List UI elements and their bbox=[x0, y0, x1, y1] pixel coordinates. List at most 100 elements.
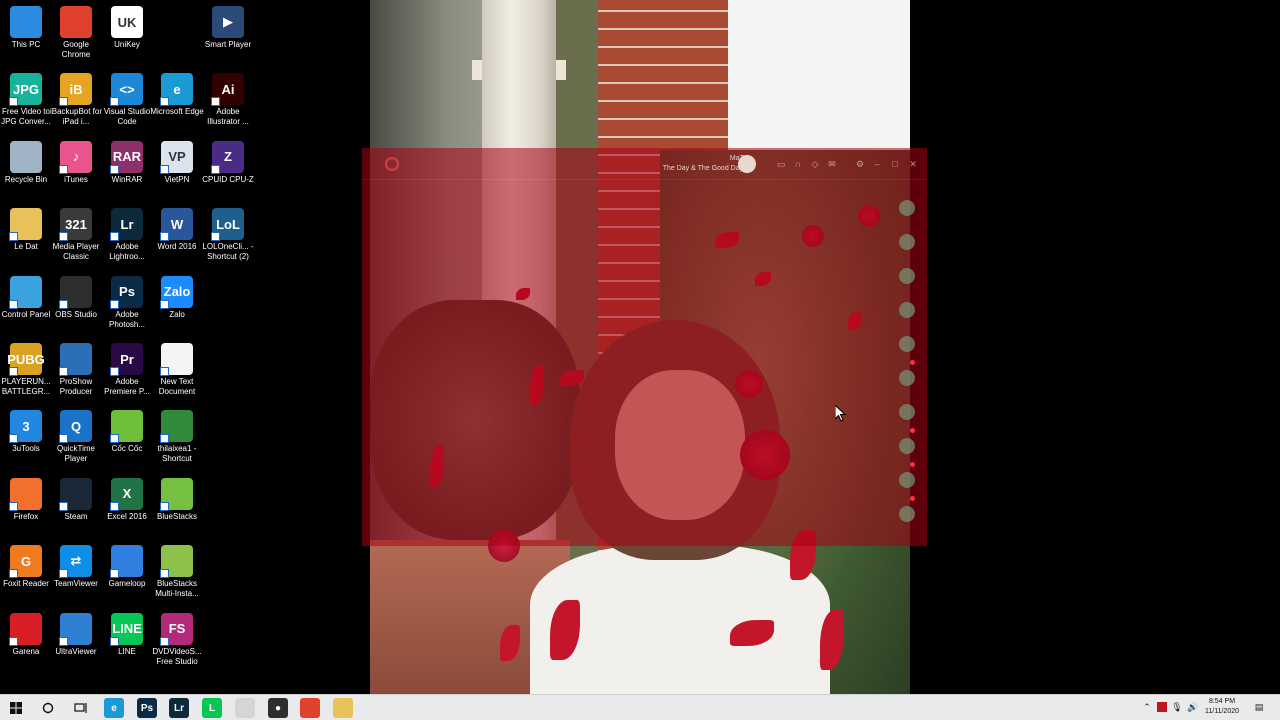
winrar-icon: RAR bbox=[110, 140, 143, 174]
app-logo bbox=[384, 156, 454, 172]
desktop-icon-new-text[interactable]: New Text Document bbox=[151, 343, 203, 407]
desktop-icon-premiere[interactable]: Pr Adobe Premiere P... bbox=[101, 343, 153, 407]
notification-icon[interactable]: ▤ bbox=[1252, 700, 1266, 714]
shortcut-arrow-icon bbox=[59, 367, 68, 376]
contact-avatar-icon[interactable] bbox=[899, 336, 915, 352]
3utools-icon: 3 bbox=[9, 410, 42, 444]
desktop-icon-coccoc[interactable]: Cốc Cốc bbox=[101, 410, 153, 474]
search-button[interactable] bbox=[38, 698, 58, 718]
illustrator-icon: Ai bbox=[211, 73, 244, 107]
shortcut-arrow-icon bbox=[211, 232, 220, 242]
video-call-icon[interactable]: ▭ bbox=[775, 158, 787, 170]
contact-avatar-icon[interactable] bbox=[899, 268, 915, 284]
desktop-icon-ledat[interactable]: Le Dat bbox=[0, 208, 52, 272]
desktop-icon-steam[interactable]: Steam bbox=[50, 477, 102, 542]
desktop-icon-itunes[interactable]: ♪ iTunes bbox=[50, 140, 102, 205]
desktop-icon-label: Steam bbox=[64, 511, 88, 521]
desktop-icon-vscode[interactable]: <> Visual Studio Code bbox=[101, 73, 153, 137]
desktop-icon-quicktime[interactable]: Q QuickTime Player bbox=[50, 410, 102, 474]
microphone-icon[interactable]: 🎙 bbox=[1170, 700, 1184, 714]
desktop-icon-lightroom[interactable]: Lr Adobe Lightroo... bbox=[101, 208, 153, 272]
contact-sidebar bbox=[895, 200, 921, 522]
close-icon[interactable]: ✕ bbox=[907, 158, 919, 170]
firefox-icon bbox=[9, 477, 42, 511]
line-icon[interactable]: L bbox=[202, 698, 222, 718]
desktop-icon-smart-player[interactable]: ▶ Smart Player bbox=[202, 6, 254, 70]
unikey-icon: UK bbox=[111, 6, 143, 38]
chat-app-window[interactable]: MaTa The Day & The Good Day ! ▭ ∩ ◇ ✉ ⚙ … bbox=[362, 148, 927, 546]
contact-avatar-icon[interactable] bbox=[899, 200, 915, 216]
desktop-icon-zalo[interactable]: Zalo Zalo bbox=[151, 275, 203, 340]
shortcut-arrow-icon bbox=[160, 97, 169, 107]
lightroom-icon[interactable]: Lr bbox=[169, 698, 189, 718]
desktop-icon-winrar[interactable]: RAR WinRAR bbox=[101, 140, 153, 205]
file-explorer-icon[interactable] bbox=[333, 698, 353, 718]
desktop-icon-cpuz[interactable]: Z CPUID CPU-Z bbox=[202, 140, 254, 205]
desktop-icon-unikey[interactable]: UK UniKey bbox=[101, 6, 153, 70]
headset-icon[interactable]: ∩ bbox=[792, 158, 804, 170]
shield-icon[interactable]: ◇ bbox=[809, 158, 821, 170]
desktop-icon-label: Adobe Photosh... bbox=[108, 309, 146, 329]
maximize-icon[interactable]: □ bbox=[889, 158, 901, 170]
desktop-icon-teamviewer[interactable]: ⇄ TeamViewer bbox=[50, 545, 102, 609]
desktop-icon-label: Microsoft Edge bbox=[150, 107, 204, 117]
desktop-icon-ultraviewer[interactable]: UltraViewer bbox=[50, 612, 102, 677]
tray-app-icon[interactable] bbox=[1155, 700, 1169, 714]
desktop-icon-dvdvideosoft[interactable]: FS DVDVideoS... Free Studio bbox=[151, 612, 203, 677]
shortcut-arrow-icon bbox=[9, 299, 18, 309]
shortcut-arrow-icon bbox=[110, 569, 119, 579]
user-avatar[interactable] bbox=[738, 155, 756, 173]
desktop-icon-ibackupbot[interactable]: iB iBackupBot for iPad i... bbox=[50, 73, 102, 137]
desktop-icon-bluestacks-multi[interactable]: BlueStacks Multi-Insta... bbox=[151, 545, 203, 609]
desktop-icon-line[interactable]: LINE LINE bbox=[101, 612, 153, 677]
desktop-icon-garena[interactable]: Garena bbox=[0, 612, 52, 677]
desktop-icon-pubg[interactable]: PUBG PLAYERUN... BATTLEGR... bbox=[0, 343, 52, 407]
desktop-icon-illustrator[interactable]: Ai Adobe Illustrator ... bbox=[202, 73, 254, 137]
chrome-icon[interactable] bbox=[300, 698, 320, 718]
desktop-icon-vietpn[interactable]: VP VietPN bbox=[151, 140, 203, 205]
desktop-icon-this-pc[interactable]: This PC bbox=[0, 6, 52, 70]
desktop-icon-gameloop[interactable]: Gameloop bbox=[101, 545, 153, 609]
desktop-icon-proshow[interactable]: ProShow Producer bbox=[50, 343, 102, 407]
desktop-icon-control-panel[interactable]: Control Panel bbox=[0, 275, 52, 340]
desktop-icon-free-video[interactable]: JPG Free Video to JPG Conver... bbox=[0, 73, 52, 137]
desktop-icon-thilaixe[interactable]: thilaixea1 - Shortcut bbox=[151, 410, 203, 474]
contact-avatar-icon[interactable] bbox=[899, 472, 915, 488]
clock[interactable]: 8:54 PM 11/11/2020 bbox=[1198, 697, 1246, 717]
desktop-icon-recycle[interactable]: Recycle Bin bbox=[0, 140, 52, 205]
desktop-icon-lolone[interactable]: LoL LOLOneCli... - Shortcut (2) bbox=[202, 208, 254, 272]
contact-avatar-icon[interactable] bbox=[899, 506, 915, 522]
desktop-icon-mpc[interactable]: 321 Media Player Classic bbox=[50, 208, 102, 272]
desktop-icon-3utools[interactable]: 3 3uTools bbox=[0, 410, 52, 474]
desktop-icon-photoshop[interactable]: Ps Adobe Photosh... bbox=[101, 275, 153, 340]
contact-avatar-icon[interactable] bbox=[899, 370, 915, 386]
desktop-icon-chrome[interactable]: Google Chrome bbox=[50, 6, 102, 70]
desktop-icon-label: CPUID CPU-Z bbox=[202, 174, 254, 184]
desktop-icon-obs[interactable]: OBS Studio bbox=[50, 275, 102, 340]
app-icon[interactable] bbox=[235, 698, 255, 718]
app-title-bar[interactable]: MaTa The Day & The Good Day ! ▭ ∩ ◇ ✉ ⚙ … bbox=[362, 148, 927, 180]
settings-icon[interactable]: ⚙ bbox=[854, 158, 866, 170]
desktop-icon-edge[interactable]: e Microsoft Edge bbox=[150, 73, 204, 137]
clock-date: 11/11/2020 bbox=[1205, 708, 1239, 715]
desktop-icon-word[interactable]: W Word 2016 bbox=[151, 208, 203, 272]
contact-avatar-icon[interactable] bbox=[899, 404, 915, 420]
minimize-icon[interactable]: – bbox=[871, 158, 883, 170]
computer-icon bbox=[10, 6, 42, 38]
task-view-button[interactable] bbox=[70, 698, 90, 718]
desktop-icon-label: New Text Document bbox=[158, 377, 196, 396]
edge-icon[interactable]: e bbox=[104, 698, 124, 718]
contact-avatar-icon[interactable] bbox=[899, 302, 915, 318]
tray-expand-icon[interactable]: ⌃ bbox=[1140, 700, 1154, 714]
contact-avatar-icon[interactable] bbox=[899, 438, 915, 454]
desktop-icon-bluestacks[interactable]: BlueStacks bbox=[151, 477, 203, 542]
mail-icon[interactable]: ✉ bbox=[826, 158, 838, 170]
desktop-icon-foxit[interactable]: G Foxit Reader bbox=[0, 545, 52, 609]
photoshop-icon[interactable]: Ps bbox=[137, 698, 157, 718]
contact-avatar-icon[interactable] bbox=[899, 234, 915, 250]
obs-icon[interactable]: ● bbox=[268, 698, 288, 718]
desktop-icon-firefox[interactable]: Firefox bbox=[0, 477, 52, 542]
desktop-icon-excel[interactable]: X Excel 2016 bbox=[101, 477, 153, 542]
user-status: The Day & The Good Day ! bbox=[662, 165, 747, 172]
start-button[interactable] bbox=[6, 698, 26, 718]
